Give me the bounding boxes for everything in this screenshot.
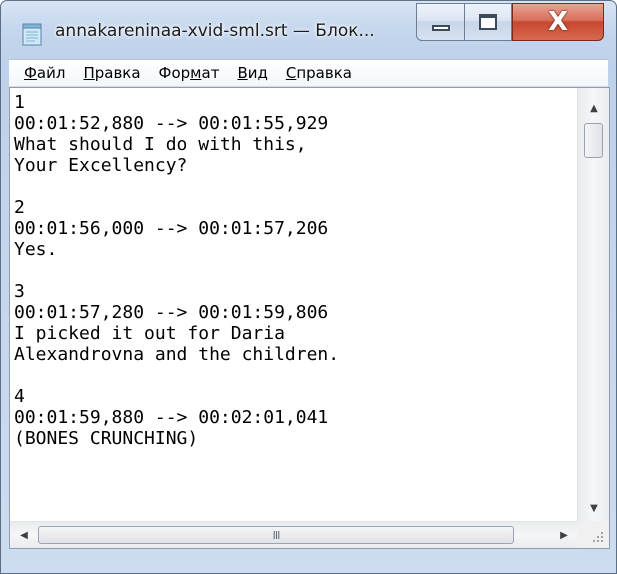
menu-file-accelerator: Ф: [24, 64, 37, 82]
menu-file[interactable]: Файл: [15, 64, 74, 82]
text-line: 2: [14, 197, 25, 218]
text-line: 1: [14, 92, 25, 113]
maximize-button[interactable]: [464, 3, 512, 41]
menu-format-accelerator: м: [190, 64, 202, 82]
menu-edit[interactable]: Правка: [74, 64, 149, 82]
arrow-left-icon: ◀: [20, 529, 28, 541]
close-button[interactable]: X: [512, 3, 604, 41]
scroll-left-button[interactable]: ◀: [10, 522, 38, 548]
grip-icon: III: [272, 528, 281, 542]
notepad-window: annakareninaa-xvid-sml.srt — Блок... X Ф…: [0, 0, 617, 574]
title-bar[interactable]: annakareninaa-xvid-sml.srt — Блок... X: [1, 1, 616, 59]
text-line: 4: [14, 386, 25, 407]
text-line: 00:01:59,880 --> 00:02:01,041: [14, 407, 329, 428]
text-line: [14, 176, 578, 197]
scroll-right-button[interactable]: ▶: [550, 522, 578, 548]
arrow-down-icon: ▼: [590, 502, 598, 514]
vertical-scroll-thumb[interactable]: [584, 123, 603, 158]
menu-edit-label: равка: [94, 64, 141, 82]
menu-view-label: ид: [247, 64, 268, 82]
text-line: Yes.: [14, 239, 58, 260]
menu-view[interactable]: Вид: [228, 64, 276, 82]
minimize-button[interactable]: [416, 3, 464, 41]
text-line: What should I do with this,: [14, 134, 307, 155]
minimize-icon: [431, 25, 450, 31]
text-line: I picked it out for Daria: [14, 323, 285, 344]
text-line: [14, 365, 578, 386]
menu-bar: Файл Правка Формат Вид Справка: [9, 59, 608, 87]
text-line: Your Excellency?: [14, 155, 188, 176]
text-line: 00:01:52,880 --> 00:01:55,929: [14, 113, 329, 134]
menu-file-label: айл: [36, 64, 66, 82]
close-icon: X: [547, 7, 569, 37]
menu-edit-accelerator: П: [83, 64, 95, 82]
text-area[interactable]: 1 00:01:52,880 --> 00:01:55,929 What sho…: [10, 88, 578, 522]
scroll-down-button[interactable]: ▼: [578, 496, 609, 520]
arrow-right-icon: ▶: [560, 529, 568, 541]
text-line: Alexandrovna and the children.: [14, 344, 340, 365]
menu-format-label-start: Фор: [158, 64, 191, 82]
text-line: (BONES CRUNCHING): [14, 428, 199, 449]
text-line: 00:01:56,000 --> 00:01:57,206: [14, 218, 329, 239]
horizontal-scroll-thumb[interactable]: III: [38, 526, 514, 544]
resize-grip-icon: [593, 532, 603, 542]
menu-help[interactable]: Справка: [277, 64, 361, 82]
vertical-scrollbar[interactable]: ▲ ▼: [577, 88, 609, 522]
menu-help-accelerator: С: [285, 64, 297, 82]
editor[interactable]: 1 00:01:52,880 --> 00:01:55,929 What sho…: [9, 87, 610, 549]
maximize-icon: [479, 14, 497, 30]
resize-grip[interactable]: [577, 521, 609, 548]
caption-buttons: X: [416, 3, 604, 41]
menu-format[interactable]: Формат: [150, 64, 229, 82]
scroll-up-button[interactable]: ▲: [578, 96, 609, 120]
horizontal-scrollbar[interactable]: ◀ III ▶: [10, 521, 578, 548]
notepad-icon[interactable]: [19, 21, 45, 47]
arrow-up-icon: ▲: [590, 102, 598, 114]
text-line: [14, 260, 578, 281]
text-line: 00:01:57,280 --> 00:01:59,806: [14, 302, 329, 323]
menu-format-label-end: ат: [201, 64, 220, 82]
menu-help-label: правка: [296, 64, 352, 82]
window-title: annakareninaa-xvid-sml.srt — Блок...: [55, 21, 375, 41]
text-line: 3: [14, 281, 25, 302]
menu-view-accelerator: В: [237, 64, 248, 82]
